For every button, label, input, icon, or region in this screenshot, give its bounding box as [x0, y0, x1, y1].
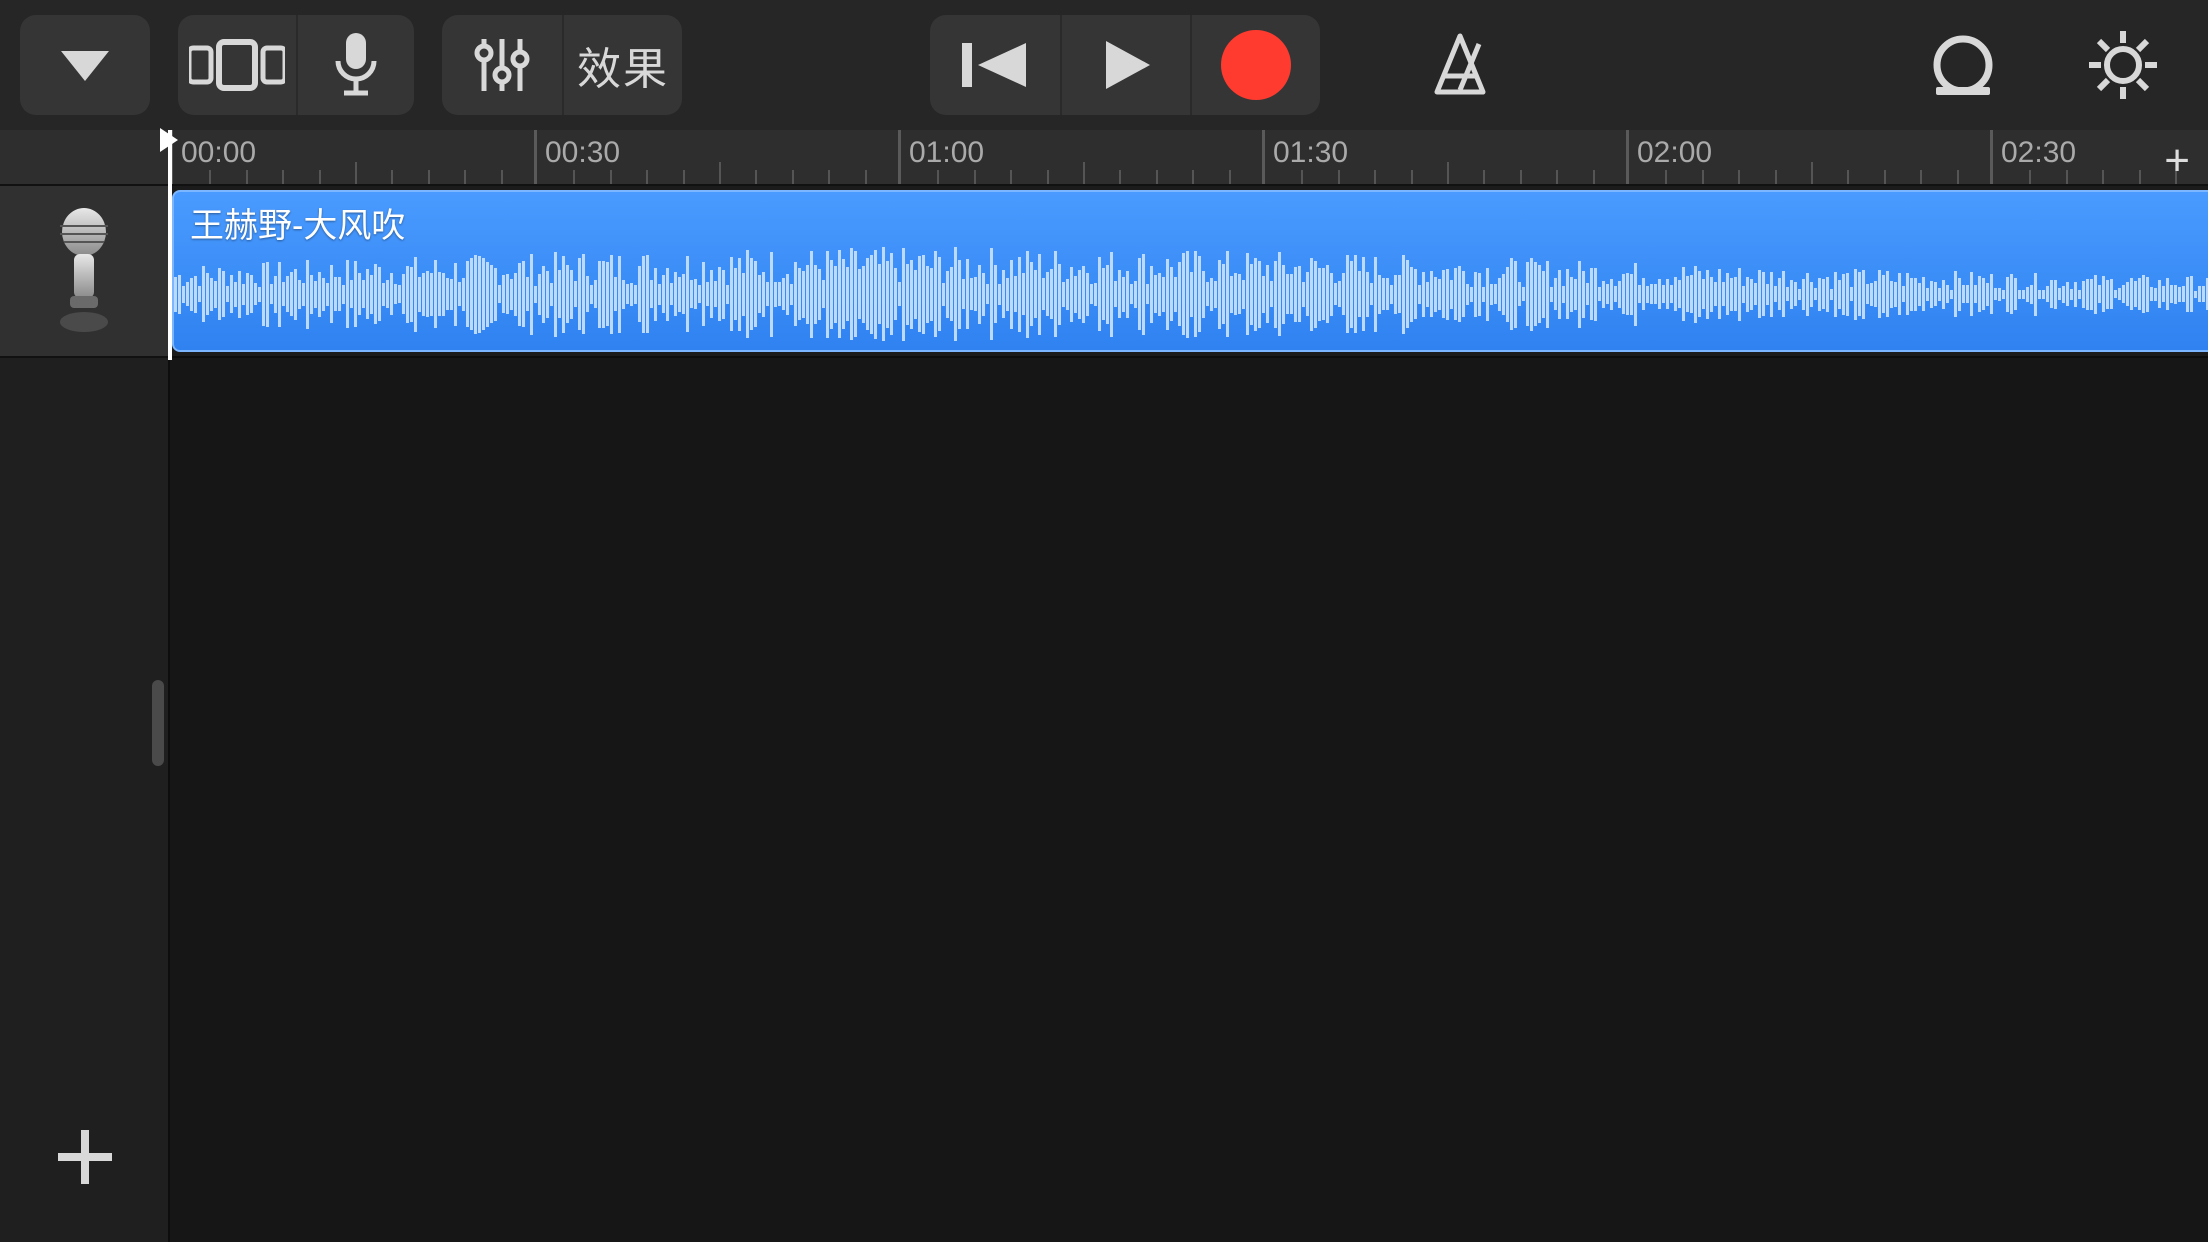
- tracks-view-icon: [189, 38, 285, 92]
- zoom-in-button[interactable]: +: [2164, 136, 2190, 186]
- audio-clip[interactable]: 王赫野-大风吹: [172, 190, 2208, 352]
- triangle-down-icon: [57, 45, 113, 85]
- settings-button[interactable]: [2058, 15, 2188, 115]
- record-button[interactable]: [1190, 15, 1320, 115]
- sliders-icon: [470, 33, 534, 97]
- timeline-ruler[interactable]: 00:0000:3001:0001:3002:0002:30 +: [0, 130, 2208, 186]
- play-icon: [1096, 35, 1156, 95]
- fx-label: 效果: [577, 33, 669, 97]
- tracks-view-button[interactable]: [178, 15, 296, 115]
- fx-button[interactable]: 效果: [562, 15, 682, 115]
- playhead-line: [168, 130, 172, 360]
- top-toolbar: 效果: [0, 0, 2208, 130]
- metronome-icon: [1425, 30, 1495, 100]
- project-dropdown-button[interactable]: [20, 15, 150, 115]
- ruler-segment: 02:00: [1626, 130, 1990, 184]
- fx-group: 效果: [442, 15, 682, 115]
- transport-group: [930, 15, 1320, 115]
- ruler-segment: 00:30: [534, 130, 898, 184]
- ruler-segment: 01:00: [898, 130, 1262, 184]
- loop-icon: [1924, 31, 2002, 99]
- plus-icon: [50, 1122, 120, 1192]
- gear-icon: [2085, 27, 2161, 103]
- track-scroll-thumb[interactable]: [152, 680, 164, 766]
- empty-tracks-area[interactable]: [170, 358, 2208, 1242]
- tracks-area: 王赫野-大风吹: [0, 186, 2208, 1242]
- waveform-icon: [174, 238, 2208, 350]
- add-track-button[interactable]: [0, 1072, 170, 1242]
- playhead[interactable]: [168, 130, 172, 360]
- mic-view-button[interactable]: [296, 15, 414, 115]
- metronome-button[interactable]: [1395, 15, 1525, 115]
- microphone-track-icon: [46, 206, 122, 336]
- rewind-button[interactable]: [930, 15, 1060, 115]
- ruler-segment: 00:00: [170, 130, 534, 184]
- track-lane-1[interactable]: 王赫野-大风吹: [170, 186, 2208, 358]
- ruler-segment: 01:30: [1262, 130, 1626, 184]
- loop-button[interactable]: [1898, 15, 2028, 115]
- microphone-icon: [332, 31, 380, 99]
- view-mode-group: [178, 15, 414, 115]
- track-header-audio[interactable]: [0, 186, 168, 358]
- mixer-button[interactable]: [442, 15, 562, 115]
- rewind-icon: [960, 37, 1030, 93]
- play-button[interactable]: [1060, 15, 1190, 115]
- record-icon: [1221, 30, 1291, 100]
